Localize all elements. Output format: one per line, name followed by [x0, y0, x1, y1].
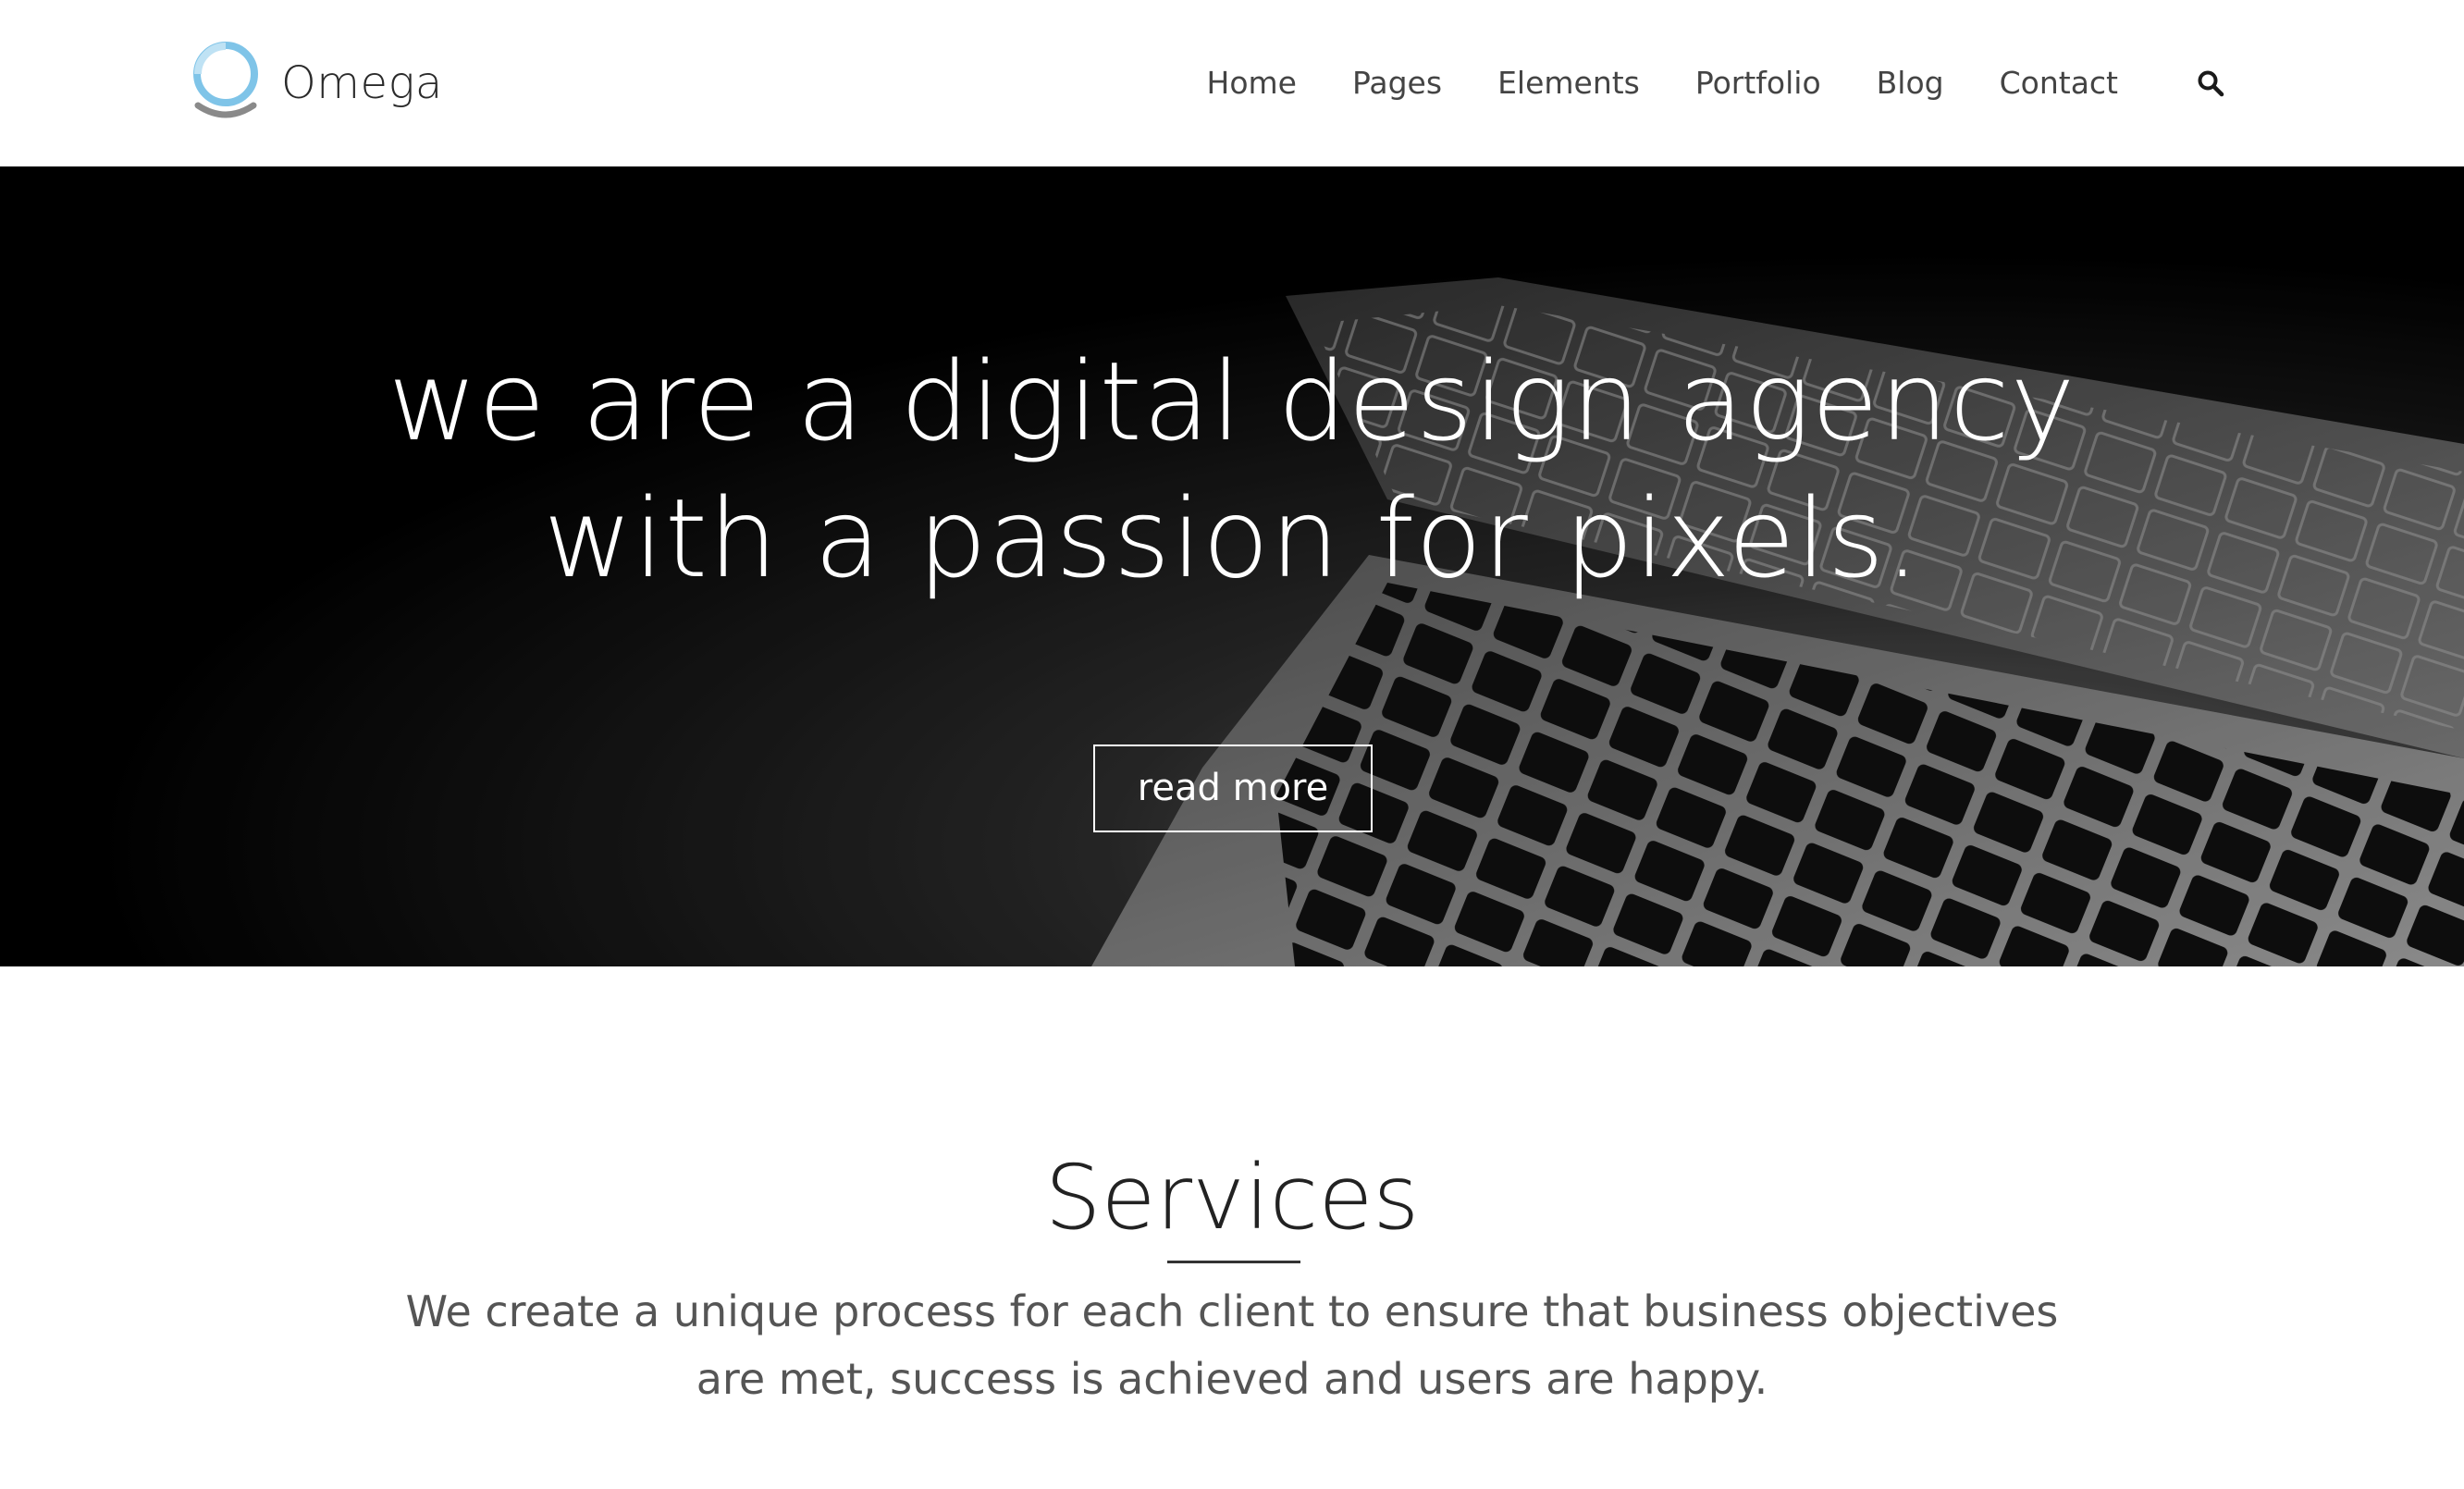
search-icon — [2198, 70, 2224, 97]
nav-item-elements[interactable]: Elements — [1497, 57, 1640, 109]
read-more-button[interactable]: read more — [1093, 744, 1373, 832]
services-section: Services We create a unique process for … — [0, 966, 2464, 1489]
brand-name: Omega — [281, 57, 443, 109]
nav-item-pages[interactable]: Pages — [1352, 57, 1442, 109]
services-title: Services — [1044, 1146, 1420, 1249]
services-description-line-2: are met, success is achieved and users a… — [696, 1354, 1768, 1404]
search-button[interactable] — [2192, 57, 2229, 109]
nav-item-contact[interactable]: Contact — [2000, 57, 2118, 109]
hero-headline: we are a digital design agency with a pa… — [0, 333, 2464, 607]
services-divider — [1167, 1261, 1300, 1263]
omega-logo-icon — [193, 42, 258, 118]
services-description: We create a unique process for each clie… — [307, 1278, 2157, 1413]
hero-headline-line-2: with a passion for pixels. — [543, 474, 1921, 602]
logo-link[interactable]: Omega — [189, 37, 443, 129]
nav-item-portfolio[interactable]: Portfolio — [1695, 57, 1821, 109]
nav-item-blog[interactable]: Blog — [1877, 57, 1944, 109]
nav-item-home[interactable]: Home — [1207, 57, 1297, 109]
site-header: Omega Home Pages Elements Portfolio Blog… — [0, 0, 2464, 166]
services-description-line-1: We create a unique process for each clie… — [405, 1286, 2059, 1336]
hero-headline-line-1: we are a digital design agency — [388, 338, 2076, 465]
hero-section: we are a digital design agency with a pa… — [0, 166, 2464, 966]
main-nav: Home Pages Elements Portfolio Blog Conta… — [1207, 57, 2229, 109]
